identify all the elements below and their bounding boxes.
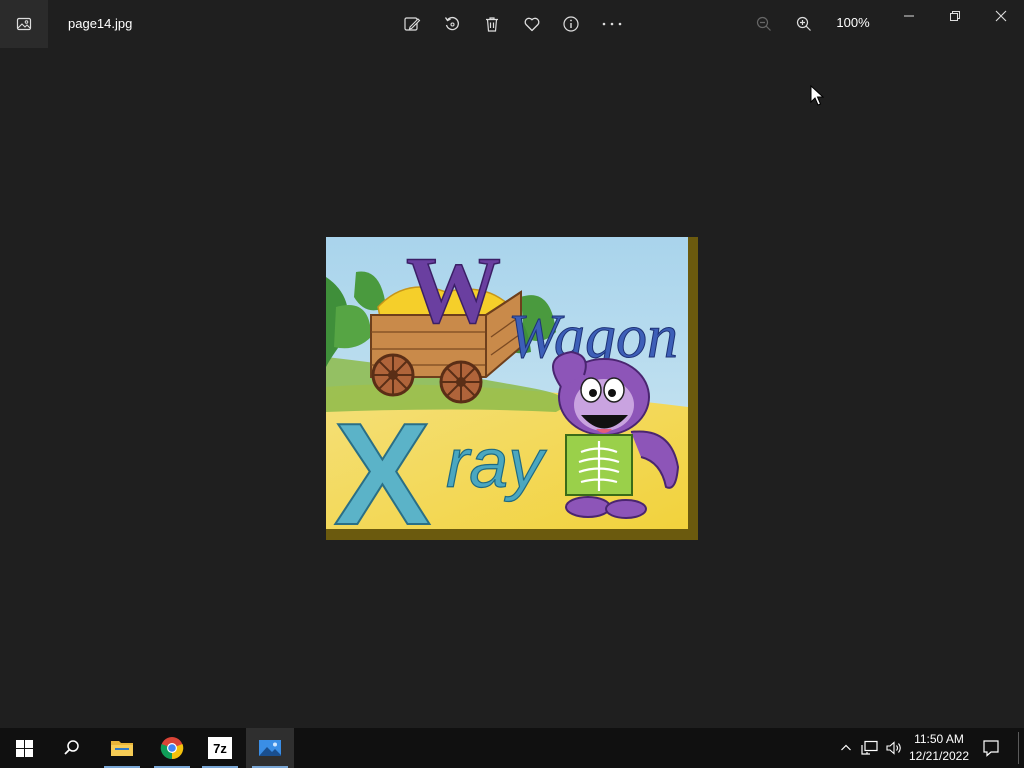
notifications-icon [982, 739, 1000, 757]
close-button[interactable] [978, 0, 1024, 32]
zoom-in-icon [795, 15, 813, 33]
clock-date: 12/21/2022 [908, 749, 970, 763]
zoom-out-icon [755, 15, 773, 33]
close-icon [995, 10, 1007, 22]
minimize-icon [903, 10, 915, 22]
show-desktop-button[interactable] [1018, 732, 1019, 764]
favorite-button[interactable] [520, 12, 544, 36]
show-hidden-icons-button[interactable] [836, 738, 856, 758]
title-bar: page14.jpg 100% [0, 0, 1024, 48]
heart-icon [523, 15, 541, 33]
wagon-xray-illustration: W Wagon X ray [326, 237, 688, 529]
start-icon [15, 739, 33, 757]
file-explorer-button[interactable] [98, 728, 146, 768]
restore-button[interactable] [932, 0, 978, 32]
image-canvas[interactable]: W Wagon X ray [326, 237, 698, 540]
more-button[interactable] [600, 12, 624, 36]
chrome-icon [160, 736, 184, 760]
volume-button[interactable] [884, 738, 904, 758]
network-button[interactable] [860, 738, 880, 758]
action-center-button[interactable] [981, 738, 1001, 758]
photos-taskbar-button[interactable] [246, 728, 294, 768]
photos-icon [16, 16, 32, 32]
more-icon [601, 15, 623, 33]
zoom-out-button[interactable] [752, 12, 776, 36]
letter-x: X [334, 393, 431, 529]
7zip-icon: 7z [208, 737, 232, 759]
info-button[interactable] [559, 12, 583, 36]
letter-w: W [406, 237, 501, 343]
search-button[interactable] [48, 728, 96, 768]
start-button[interactable] [0, 728, 48, 768]
rotate-button[interactable] [440, 12, 464, 36]
minimize-button[interactable] [886, 0, 932, 32]
file-name: page14.jpg [68, 16, 133, 31]
clock-time: 11:50 AM [914, 732, 964, 746]
taskbar: 7z 11:50 AM 12/21/2022 [0, 728, 1024, 768]
word-ray: ray [446, 424, 547, 502]
system-clock[interactable]: 11:50 AM 12/21/2022 [904, 731, 974, 765]
delete-icon [483, 15, 501, 33]
7zip-label: 7z [213, 740, 227, 756]
file-explorer-icon [110, 738, 134, 758]
search-icon [63, 739, 81, 757]
volume-icon [885, 740, 903, 756]
rotate-icon [443, 15, 461, 33]
photos-icon [258, 738, 282, 758]
7zip-button[interactable]: 7z [196, 728, 244, 768]
mouse-cursor [810, 85, 824, 107]
info-icon [562, 15, 580, 33]
photos-app-button[interactable] [0, 0, 48, 48]
chevron-up-icon [840, 742, 852, 754]
chrome-button[interactable] [148, 728, 196, 768]
zoom-level[interactable]: 100% [832, 15, 874, 30]
restore-icon [949, 10, 961, 22]
network-icon [861, 740, 879, 756]
zoom-in-button[interactable] [792, 12, 816, 36]
edit-button[interactable] [400, 12, 424, 36]
photos-app-window: page14.jpg 100% W Wagon X ray [0, 0, 1024, 728]
edit-image-icon [403, 15, 421, 33]
delete-button[interactable] [480, 12, 504, 36]
